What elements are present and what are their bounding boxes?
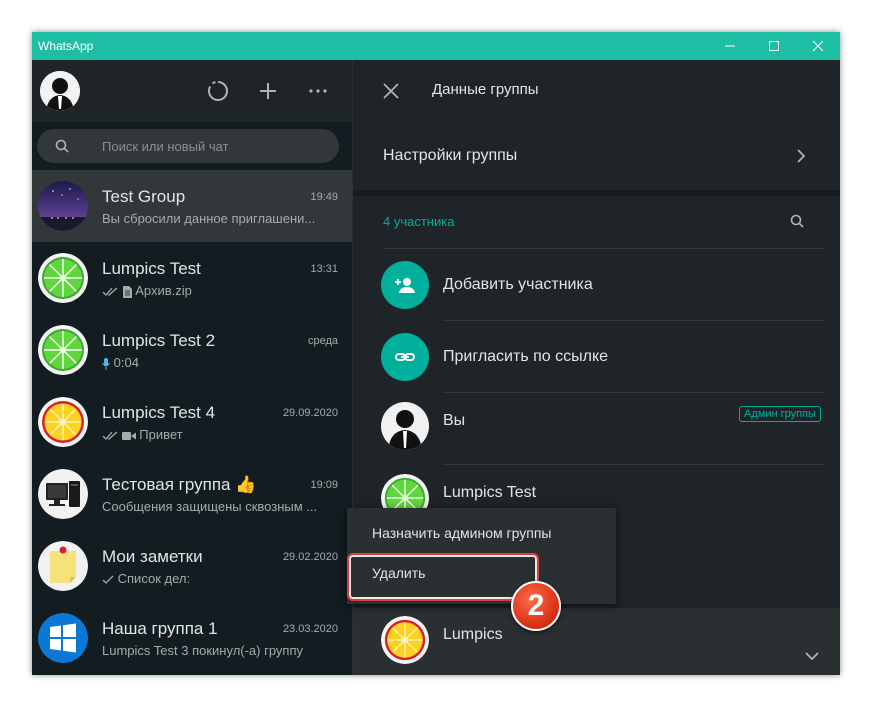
chat-item-my-notes[interactable]: Мои заметки 29.02.2020 Список дел: <box>32 530 352 602</box>
invite-link-row[interactable]: Пригласить по ссылке <box>353 322 840 392</box>
chat-name: Lumpics Test <box>102 259 201 278</box>
chat-time: 19:09 <box>310 479 338 491</box>
member-row-lumpics[interactable]: Lumpics <box>353 608 840 675</box>
chat-preview: Lumpics Test 3 покинул(-а) группу <box>102 643 304 658</box>
members-count-label: 4 участника <box>383 214 455 229</box>
microphone-icon <box>102 357 110 370</box>
chevron-right-icon <box>797 149 806 163</box>
single-check-icon <box>102 575 114 584</box>
chat-time: 19:49 <box>310 191 338 203</box>
minimize-button[interactable] <box>708 32 752 60</box>
man-silhouette-avatar <box>40 71 80 111</box>
panel-title: Данные группы <box>432 81 539 98</box>
green-lime-avatar <box>38 253 88 303</box>
chat-time: 13:31 <box>310 263 338 275</box>
step-number-badge: 2 <box>511 581 561 631</box>
new-chat-icon[interactable] <box>256 79 280 103</box>
chat-preview-row: Список дел: <box>102 571 342 586</box>
chat-name: Lumpics Test 4 <box>102 403 216 422</box>
maximize-icon <box>769 41 779 51</box>
chat-name: Lumpics Test 2 <box>102 331 216 350</box>
link-icon <box>381 333 429 381</box>
member-name: Вы <box>443 412 466 429</box>
chat-name: Тестовая группа <box>102 475 231 494</box>
divider <box>443 320 824 321</box>
more-options-icon[interactable] <box>306 79 330 103</box>
chat-item-lumpics-test-2[interactable]: Lumpics Test 2 среда 0:04 <box>32 314 352 386</box>
minimize-icon <box>725 45 735 47</box>
chat-preview-row: Привет <box>102 427 342 442</box>
chat-name-row: Тестовая группа 👍 <box>102 475 256 495</box>
close-window-button[interactable] <box>796 32 840 60</box>
chat-name: Мои заметки <box>102 547 203 566</box>
search-icon <box>55 139 69 153</box>
member-name: Lumpics Test <box>443 484 537 501</box>
chat-item-test-group-ru[interactable]: Тестовая группа 👍 19:09 Сообщения защище… <box>32 458 352 530</box>
search-area: Поиск или новый чат <box>32 122 352 170</box>
chat-preview: Сообщения защищены сквозным ... <box>102 499 318 514</box>
status-icon[interactable] <box>206 79 230 103</box>
chat-time: 29.09.2020 <box>282 407 338 419</box>
chat-name: Test Group <box>102 187 186 206</box>
divider <box>443 464 824 465</box>
chat-preview: Вы сбросили данное приглашени... <box>102 211 316 226</box>
chat-preview-row: 0:04 <box>102 355 342 370</box>
video-icon <box>121 431 136 440</box>
app-title: WhatsApp <box>38 39 94 53</box>
green-lime-avatar <box>38 325 88 375</box>
group-settings-row[interactable]: Настройки группы <box>353 122 840 190</box>
divider <box>443 392 824 393</box>
close-icon <box>812 40 824 52</box>
chat-item-lumpics-test-4[interactable]: Lumpics Test 4 29.09.2020 Привет <box>32 386 352 458</box>
chat-time: среда <box>307 335 338 347</box>
member-row-you[interactable]: Вы <box>353 394 840 464</box>
search-input[interactable]: Поиск или новый чат <box>37 129 339 163</box>
admin-badge: Админ группы <box>739 406 821 422</box>
chat-time: 23.03.2020 <box>282 623 338 635</box>
thumbs-up-emoji: 👍 <box>235 475 257 494</box>
divider <box>383 248 824 249</box>
sidebar-header <box>32 60 352 122</box>
add-member-label: Добавить участника <box>443 276 593 293</box>
title-bar: WhatsApp <box>32 32 840 60</box>
chat-preview: Архив.zip <box>135 283 192 298</box>
night-sky-avatar <box>38 181 88 231</box>
add-member-row[interactable]: Добавить участника <box>353 250 840 320</box>
sticky-note-avatar <box>38 541 88 591</box>
chat-time: 29.02.2020 <box>282 551 338 563</box>
add-member-icon <box>381 261 429 309</box>
chat-name: Наша группа 1 <box>102 619 218 638</box>
chat-preview: Список дел: <box>117 571 191 586</box>
yellow-lemon-avatar <box>381 616 429 664</box>
yellow-lemon-avatar <box>38 397 88 447</box>
chat-preview: 0:04 <box>113 355 139 370</box>
read-double-check-icon <box>102 431 118 440</box>
menu-item-make-admin[interactable]: Назначить админом группы <box>347 514 616 554</box>
man-silhouette-avatar <box>381 402 429 450</box>
chat-item-lumpics-test[interactable]: Lumpics Test 13:31 Архив.zip <box>32 242 352 314</box>
group-settings-label: Настройки группы <box>383 147 518 164</box>
chat-item-test-group[interactable]: Test Group 19:49 Вы сбросили данное приг… <box>32 170 352 242</box>
search-placeholder: Поиск или новый чат <box>102 139 229 154</box>
chat-preview-row: Архив.zip <box>102 283 342 298</box>
menu-item-label: Назначить админом группы <box>372 525 552 541</box>
whatsapp-window: WhatsApp Поиск или новый чат Test Group … <box>32 32 840 675</box>
chat-item-our-group-1[interactable]: Наша группа 1 23.03.2020 Lumpics Test 3 … <box>32 602 352 674</box>
invite-link-label: Пригласить по ссылке <box>443 348 609 365</box>
my-avatar[interactable] <box>40 71 80 111</box>
group-info-header: Данные группы <box>353 60 840 122</box>
chevron-down-icon[interactable] <box>805 652 819 661</box>
close-panel-icon[interactable] <box>383 83 399 99</box>
chat-sidebar: Поиск или новый чат Test Group 19:49 Вы … <box>32 60 353 675</box>
document-icon <box>122 285 132 298</box>
computer-avatar <box>38 469 88 519</box>
search-members-icon[interactable] <box>790 214 804 228</box>
read-double-check-icon <box>102 287 118 296</box>
windows-logo-avatar <box>38 613 88 663</box>
highlight-frame <box>347 553 539 601</box>
member-name: Lumpics <box>443 626 503 643</box>
maximize-button[interactable] <box>752 32 796 60</box>
chat-preview: Привет <box>139 427 183 442</box>
